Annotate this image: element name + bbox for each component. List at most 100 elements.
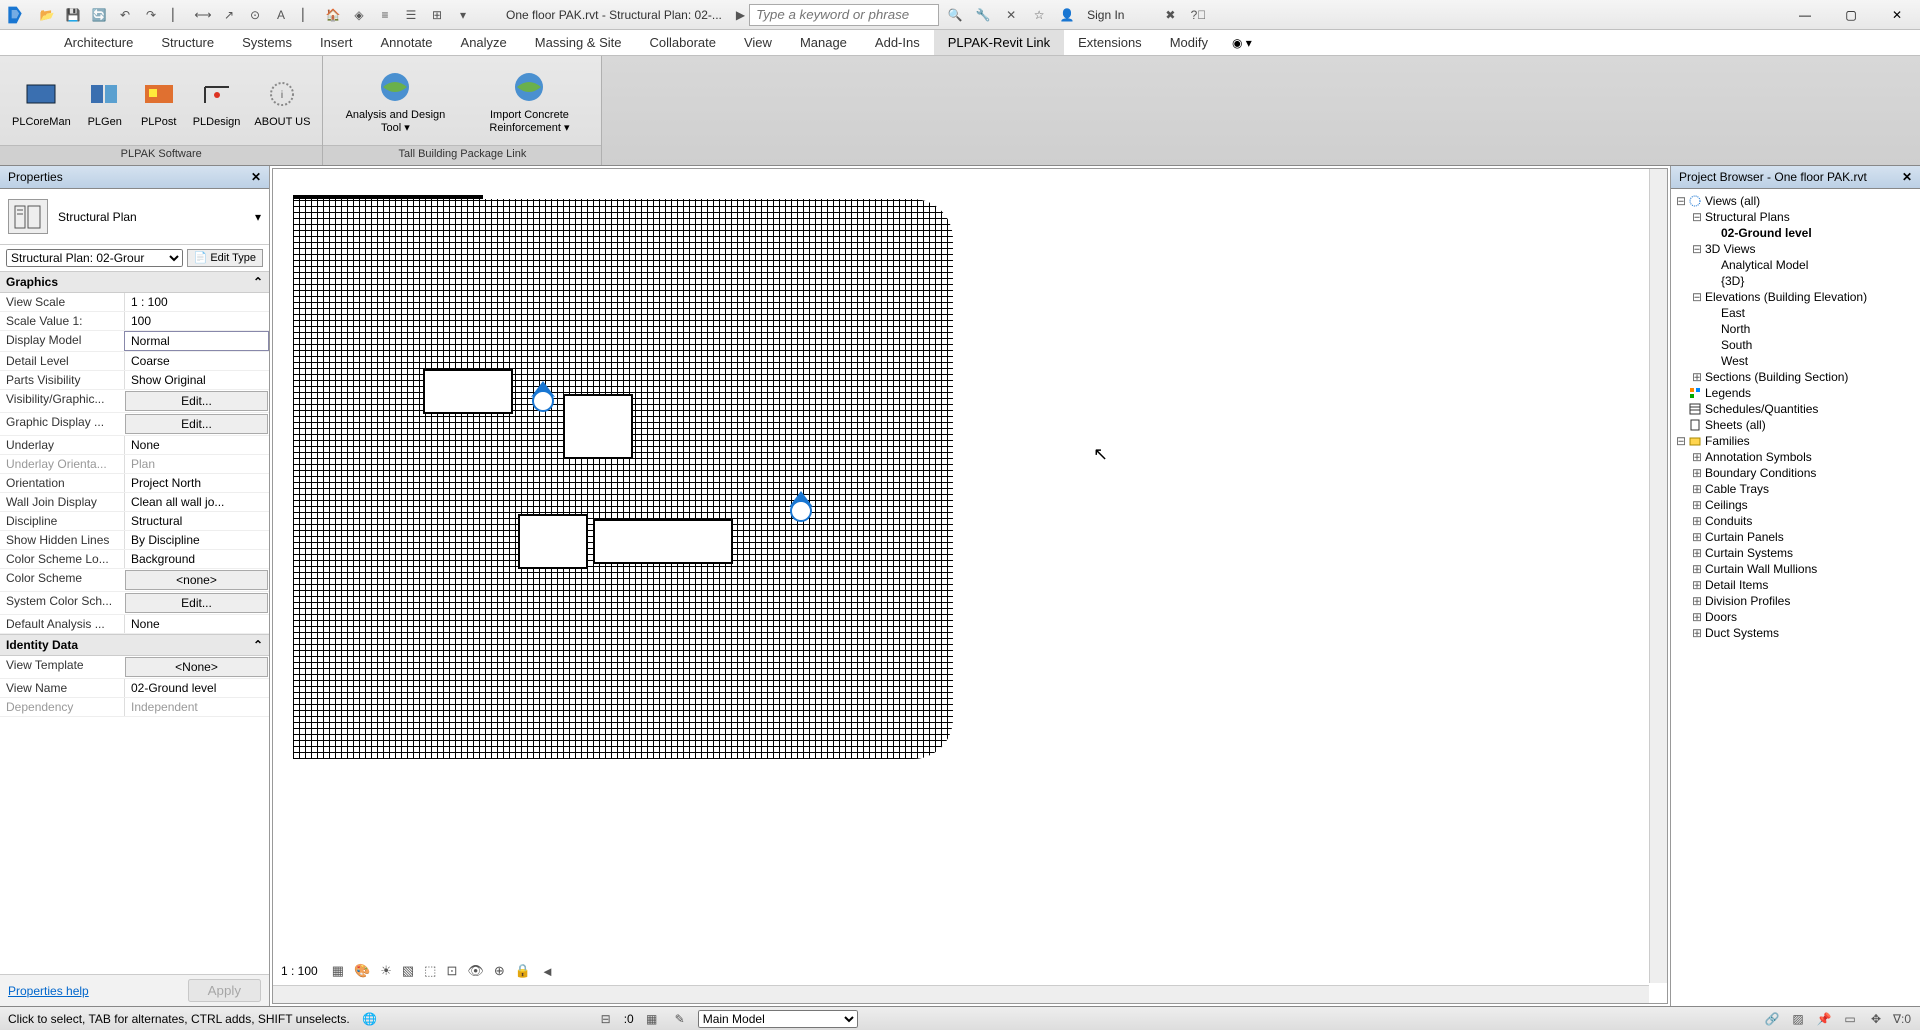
- tree-item-annotation-symbols[interactable]: ⊞Annotation Symbols: [1673, 449, 1918, 465]
- tree-item-elevations-building-elevation-[interactable]: ⊟Elevations (Building Elevation): [1673, 289, 1918, 305]
- tree-caret-icon[interactable]: ⊞: [1691, 370, 1703, 384]
- close-hidden-icon[interactable]: ☰: [398, 2, 424, 28]
- plpost-button[interactable]: PLPost: [135, 72, 183, 130]
- property-value[interactable]: <None>: [125, 657, 268, 677]
- recent-arrow-icon[interactable]: ▶: [732, 8, 749, 22]
- tree-item-3d-views[interactable]: ⊟3D Views: [1673, 241, 1918, 257]
- collapse-icon[interactable]: ⌃: [253, 275, 263, 289]
- plgen-button[interactable]: PLGen: [81, 72, 129, 130]
- property-value[interactable]: None: [124, 436, 269, 454]
- reveal-icon[interactable]: ⊕: [492, 963, 507, 979]
- property-value[interactable]: Structural: [124, 512, 269, 530]
- tree-caret-icon[interactable]: ⊞: [1691, 466, 1703, 480]
- application-icon[interactable]: [0, 0, 30, 30]
- tab-manage[interactable]: Manage: [786, 30, 861, 55]
- property-value[interactable]: None: [124, 615, 269, 633]
- tab-massing-site[interactable]: Massing & Site: [521, 30, 636, 55]
- tree-caret-icon[interactable]: ⊞: [1691, 482, 1703, 496]
- tree-item-east[interactable]: East: [1673, 305, 1918, 321]
- constraints-icon[interactable]: 🔒: [513, 963, 533, 979]
- property-group-identity-data[interactable]: Identity Data⌃: [0, 634, 269, 656]
- section-mark-icon[interactable]: [525, 379, 561, 415]
- section-icon[interactable]: ◈: [346, 2, 372, 28]
- search-icon[interactable]: 🔍: [943, 3, 967, 27]
- sun-path-icon[interactable]: ☀: [378, 963, 394, 979]
- open-icon[interactable]: 📂: [34, 2, 60, 28]
- editable-only-icon[interactable]: ✎: [670, 1010, 690, 1028]
- tree-item-02-ground-level[interactable]: 02-Ground level: [1673, 225, 1918, 241]
- property-value[interactable]: Plan: [124, 455, 269, 473]
- property-value[interactable]: <none>: [125, 570, 268, 590]
- tab-extensions[interactable]: Extensions: [1064, 30, 1156, 55]
- property-value[interactable]: Edit...: [125, 414, 268, 434]
- properties-help-link[interactable]: Properties help: [8, 984, 89, 998]
- tree-caret-icon[interactable]: ⊟: [1691, 290, 1703, 304]
- detail-level-icon[interactable]: ▦: [330, 963, 346, 979]
- tree-caret-icon[interactable]: ⊟: [1675, 434, 1687, 448]
- instance-selector[interactable]: Structural Plan: 02-Grour: [6, 249, 183, 267]
- close-icon[interactable]: ✕: [251, 170, 261, 184]
- nav-left-icon[interactable]: ◄: [539, 964, 556, 979]
- minimize-button[interactable]: —: [1782, 0, 1828, 30]
- tree-caret-icon[interactable]: ⊟: [1675, 194, 1687, 208]
- tab-add-ins[interactable]: Add-Ins: [861, 30, 934, 55]
- property-value[interactable]: 1 : 100: [124, 293, 269, 311]
- property-value[interactable]: Show Original: [124, 371, 269, 389]
- maximize-button[interactable]: ▢: [1828, 0, 1874, 30]
- tab-systems[interactable]: Systems: [228, 30, 306, 55]
- tree-caret-icon[interactable]: ⊟: [1691, 242, 1703, 256]
- tree-caret-icon[interactable]: ⊞: [1691, 546, 1703, 560]
- save-icon[interactable]: 💾: [60, 2, 86, 28]
- help-icon[interactable]: ?⃝: [1186, 3, 1210, 27]
- tree-item-sections-building-section-[interactable]: ⊞Sections (Building Section): [1673, 369, 1918, 385]
- plcoreman-button[interactable]: PLCoreMan: [8, 72, 75, 130]
- property-value[interactable]: By Discipline: [124, 531, 269, 549]
- property-value[interactable]: Project North: [124, 474, 269, 492]
- select-underlay-icon[interactable]: ▨: [1788, 1010, 1808, 1028]
- type-selector[interactable]: Structural Plan ▾: [0, 189, 269, 245]
- view-scale[interactable]: 1 : 100: [281, 964, 324, 978]
- pldesign-button[interactable]: PLDesign: [189, 72, 245, 130]
- property-value[interactable]: 100: [124, 312, 269, 330]
- chevron-down-icon[interactable]: ▾: [255, 210, 261, 224]
- sync-icon[interactable]: 🔄: [86, 2, 112, 28]
- tree-caret-icon[interactable]: ⊞: [1691, 594, 1703, 608]
- about-us-button[interactable]: iABOUT US: [250, 72, 314, 130]
- close-icon[interactable]: ✕: [1902, 170, 1912, 184]
- tree-item-boundary-conditions[interactable]: ⊞Boundary Conditions: [1673, 465, 1918, 481]
- apply-button[interactable]: Apply: [188, 979, 261, 1002]
- crop-icon[interactable]: ⬚: [422, 963, 438, 979]
- tree-item-sheets-all-[interactable]: Sheets (all): [1673, 417, 1918, 433]
- tree-item-schedules-quantities[interactable]: Schedules/Quantities: [1673, 401, 1918, 417]
- ribbon-options-icon[interactable]: ◉ ▾: [1224, 30, 1260, 55]
- property-value[interactable]: Edit...: [125, 391, 268, 411]
- tree-item-west[interactable]: West: [1673, 353, 1918, 369]
- tab-modify[interactable]: Modify: [1156, 30, 1222, 55]
- edit-type-button[interactable]: 📄 Edit Type: [187, 249, 263, 267]
- tree-item-structural-plans[interactable]: ⊟Structural Plans: [1673, 209, 1918, 225]
- design-options-icon[interactable]: ⊟: [596, 1010, 616, 1028]
- tree-item-detail-items[interactable]: ⊞Detail Items: [1673, 577, 1918, 593]
- import-concrete-reinforcement-button[interactable]: Import Concrete Reinforcement ▾: [465, 65, 593, 136]
- tree-item-doors[interactable]: ⊞Doors: [1673, 609, 1918, 625]
- tree-item-south[interactable]: South: [1673, 337, 1918, 353]
- switch-window-icon[interactable]: ⊞: [424, 2, 450, 28]
- text-icon[interactable]: A: [268, 2, 294, 28]
- vertical-scrollbar[interactable]: [1649, 169, 1667, 983]
- tree-caret-icon[interactable]: ⊟: [1691, 210, 1703, 224]
- help-search-input[interactable]: [749, 4, 939, 26]
- crop-visible-icon[interactable]: ⊡: [444, 963, 459, 979]
- tab-plpak-revit-link[interactable]: PLPAK-Revit Link: [934, 30, 1064, 55]
- sign-in-button[interactable]: Sign In: [1083, 8, 1154, 22]
- tree-caret-icon[interactable]: ⊞: [1691, 578, 1703, 592]
- tree-caret-icon[interactable]: ⊞: [1691, 626, 1703, 640]
- hide-icon[interactable]: 👁: [465, 963, 486, 979]
- drag-elements-icon[interactable]: ✥: [1866, 1010, 1886, 1028]
- customize-icon[interactable]: ▾: [450, 2, 476, 28]
- tree-caret-icon[interactable]: ⊞: [1691, 562, 1703, 576]
- tree-item-curtain-panels[interactable]: ⊞Curtain Panels: [1673, 529, 1918, 545]
- property-value[interactable]: Independent: [124, 698, 269, 716]
- tree-item-views-all-[interactable]: ⊟Views (all): [1673, 193, 1918, 209]
- property-value[interactable]: Edit...: [125, 593, 268, 613]
- analysis-and-design-tool-button[interactable]: Analysis and Design Tool ▾: [331, 65, 459, 136]
